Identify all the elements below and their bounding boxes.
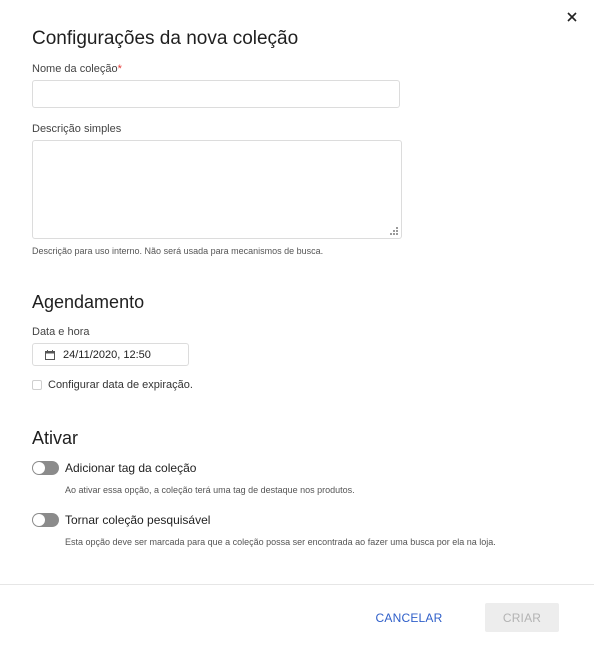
expiration-checkbox[interactable] bbox=[32, 380, 42, 390]
footer-divider bbox=[0, 584, 594, 585]
searchable-hint: Esta opção deve ser marcada para que a c… bbox=[65, 537, 496, 547]
new-collection-modal: Configurações da nova coleção Nome da co… bbox=[0, 0, 594, 647]
calendar-icon bbox=[45, 349, 55, 360]
close-button[interactable] bbox=[564, 9, 580, 25]
collection-tag-option[interactable]: Adicionar tag da coleção bbox=[32, 461, 196, 475]
close-icon bbox=[567, 12, 577, 22]
required-mark: * bbox=[117, 63, 122, 75]
description-label: Descrição simples bbox=[32, 123, 122, 135]
cancel-button[interactable]: CANCELAR bbox=[366, 604, 452, 632]
date-time-value: 24/11/2020, 12:50 bbox=[63, 348, 151, 361]
searchable-label: Tornar coleção pesquisável bbox=[65, 513, 211, 527]
collection-name-input[interactable] bbox=[32, 80, 400, 108]
date-time-label: Data e hora bbox=[32, 326, 90, 338]
description-textarea[interactable] bbox=[32, 140, 402, 239]
collection-tag-hint: Ao ativar essa opção, a coleção terá uma… bbox=[65, 485, 355, 495]
collection-tag-toggle[interactable] bbox=[32, 461, 59, 475]
collection-name-label-text: Nome da coleção bbox=[32, 63, 118, 75]
scheduling-title: Agendamento bbox=[32, 292, 145, 312]
date-time-picker[interactable]: 24/11/2020, 12:50 bbox=[32, 343, 189, 366]
description-hint: Descrição para uso interno. Não será usa… bbox=[32, 246, 324, 256]
searchable-option[interactable]: Tornar coleção pesquisável bbox=[32, 513, 210, 527]
collection-tag-label: Adicionar tag da coleção bbox=[65, 461, 197, 475]
activate-title: Ativar bbox=[32, 428, 79, 448]
create-button[interactable]: CRIAR bbox=[485, 603, 559, 632]
resize-grip-icon[interactable] bbox=[389, 226, 399, 236]
collection-name-label: Nome da coleção* bbox=[32, 63, 122, 75]
expiration-option[interactable]: Configurar data de expiração. bbox=[32, 379, 193, 391]
expiration-checkbox-label: Configurar data de expiração. bbox=[48, 379, 193, 391]
searchable-toggle[interactable] bbox=[32, 513, 59, 527]
modal-title: Configurações da nova coleção bbox=[32, 28, 299, 49]
toggle-knob bbox=[33, 462, 45, 474]
toggle-knob bbox=[33, 514, 45, 526]
